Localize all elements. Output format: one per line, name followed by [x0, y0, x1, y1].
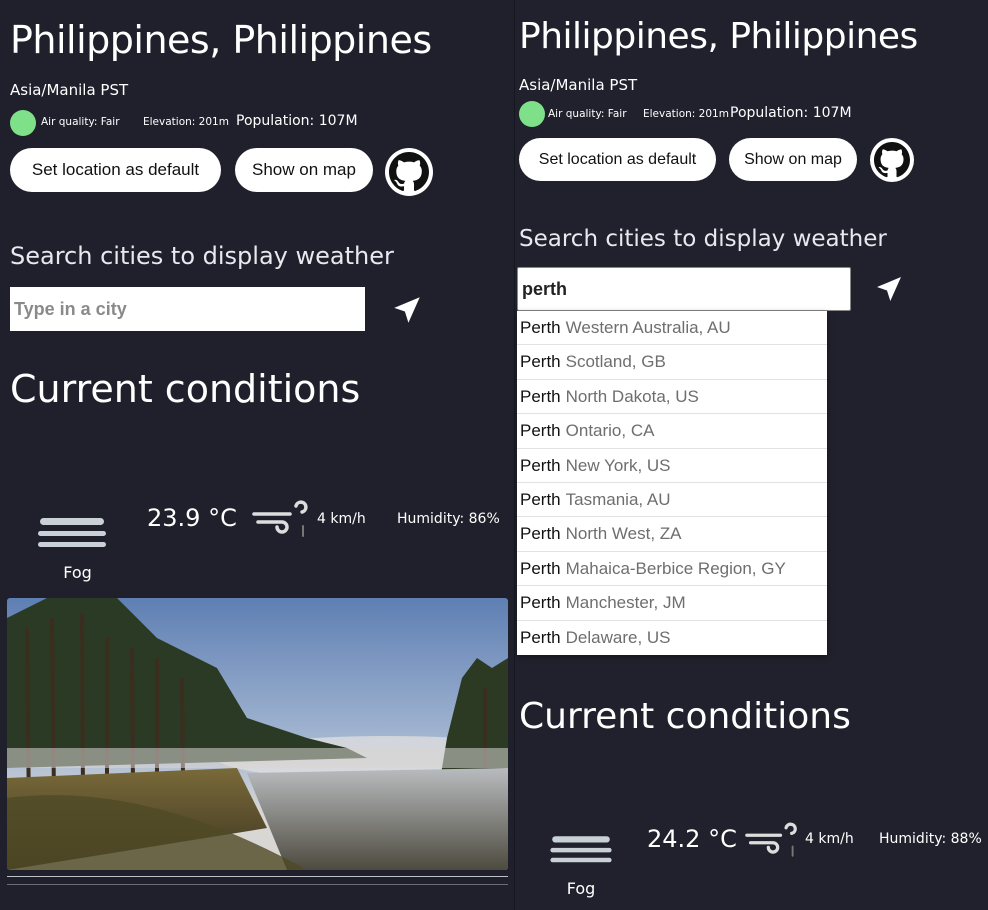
divider — [7, 876, 508, 877]
use-my-location-button[interactable] — [869, 270, 909, 308]
page-title: Philippines, Philippines — [10, 18, 432, 62]
suggestion-item[interactable]: Perth Mahaica-Berbice Region, GY — [517, 552, 827, 587]
weather-description: Fog — [63, 563, 92, 582]
humidity-value: Humidity: 86% — [397, 511, 500, 527]
humidity-value: Humidity: 88% — [879, 831, 982, 847]
city-search-input[interactable] — [517, 267, 851, 311]
suggestion-item[interactable]: Perth Scotland, GB — [517, 345, 827, 380]
weather-background-image — [7, 598, 508, 870]
fog-icon — [32, 470, 112, 550]
suggestion-item[interactable]: Perth Western Australia, AU — [517, 311, 827, 346]
divider — [7, 884, 508, 885]
show-on-map-button[interactable]: Show on map — [729, 138, 857, 181]
suggestion-item[interactable]: Perth Ontario, CA — [517, 414, 827, 449]
github-icon — [389, 152, 429, 192]
elevation-label: Elevation: 201m — [643, 108, 729, 120]
right-screen: Philippines, Philippines Asia/Manila PST… — [514, 0, 988, 910]
timezone-label: Asia/Manila PST — [10, 81, 129, 99]
wind-speed: 4 km/h — [317, 511, 366, 527]
wind-speed: 4 km/h — [805, 831, 854, 847]
city-suggestions-dropdown: Perth Western Australia, AU Perth Scotland… — [517, 311, 827, 655]
show-on-map-button[interactable]: Show on map — [235, 148, 373, 192]
city-search-input[interactable] — [10, 287, 365, 331]
timezone-label: Asia/Manila PST — [519, 76, 638, 94]
fog-icon — [545, 792, 617, 866]
population-label: Population: 107M — [730, 105, 852, 121]
location-arrow-icon — [877, 277, 901, 301]
left-screen: Philippines, Philippines Asia/Manila PST… — [0, 0, 514, 910]
elevation-label: Elevation: 201m — [143, 116, 229, 128]
use-my-location-button[interactable] — [386, 290, 428, 330]
suggestion-item[interactable]: Perth Manchester, JM — [517, 586, 827, 621]
github-icon — [874, 142, 910, 178]
conditions-heading: Current conditions — [519, 696, 851, 737]
github-link[interactable] — [870, 138, 914, 182]
github-link[interactable] — [385, 148, 433, 196]
location-arrow-icon — [394, 297, 420, 323]
wind-icon — [252, 496, 312, 540]
temperature-value: 24.2 °C — [647, 825, 737, 853]
set-default-location-button[interactable]: Set location as default — [519, 138, 716, 181]
air-quality-indicator — [519, 101, 545, 127]
air-quality-label: Air quality: Fair — [548, 108, 627, 120]
suggestion-item[interactable]: Perth Delaware, US — [517, 621, 827, 655]
weather-description: Fog — [566, 879, 596, 898]
suggestion-item[interactable]: Perth North West, ZA — [517, 517, 827, 552]
air-quality-indicator — [10, 110, 36, 136]
conditions-heading: Current conditions — [10, 367, 361, 411]
suggestion-item[interactable]: Perth North Dakota, US — [517, 380, 827, 415]
population-label: Population: 107M — [236, 113, 358, 129]
page-title: Philippines, Philippines — [519, 16, 918, 57]
suggestion-item[interactable]: Perth Tasmania, AU — [517, 483, 827, 518]
search-heading: Search cities to display weather — [10, 242, 394, 270]
set-default-location-button[interactable]: Set location as default — [10, 148, 221, 192]
suggestion-item[interactable]: Perth New York, US — [517, 449, 827, 483]
temperature-value: 23.9 °C — [147, 504, 237, 532]
air-quality-label: Air quality: Fair — [41, 116, 120, 128]
wind-icon — [745, 818, 801, 860]
search-heading: Search cities to display weather — [519, 226, 887, 252]
